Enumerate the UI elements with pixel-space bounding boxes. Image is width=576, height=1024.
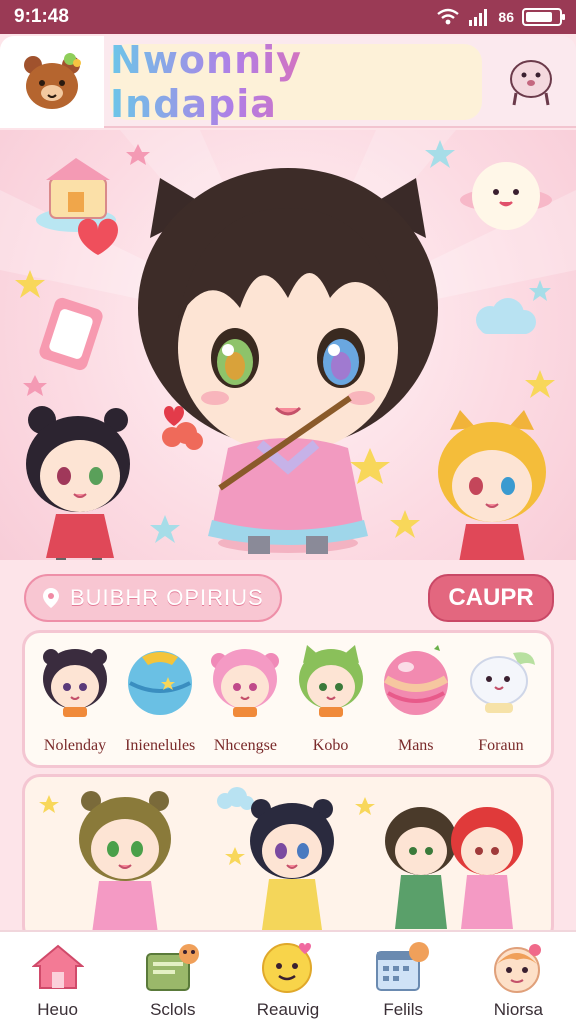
green-cat-boy-icon (293, 643, 369, 719)
action-button[interactable]: CAUPR (428, 574, 554, 622)
friends-panel (22, 774, 554, 944)
status-time: 9:1:48 (14, 6, 69, 27)
header-right-button[interactable] (486, 36, 576, 128)
category-label: Nhcengse (213, 737, 277, 754)
character-face-icon (488, 940, 548, 994)
nav-item-smiley[interactable]: Reauvig (238, 940, 338, 1020)
category-item[interactable]: Mans (374, 643, 458, 765)
smiley-face-icon (258, 940, 318, 994)
app-header: Nwonniy Indapia (0, 36, 576, 128)
category-item[interactable]: Foraun (459, 643, 543, 765)
dark-haired-girl-icon (37, 643, 113, 719)
planet-ball-icon (122, 643, 198, 719)
pink-haired-girl-icon (207, 643, 283, 719)
bottom-nav: Heuo Sclols Reauvig Felils Niorsa (0, 930, 576, 1024)
battery-level (526, 12, 552, 22)
nav-item-home[interactable]: Heuo (8, 940, 108, 1020)
title-plate: Nwonniy Indapia (110, 38, 482, 126)
status-icons: 86 (436, 8, 565, 26)
category-label: Foraun (478, 737, 524, 754)
wifi-icon (437, 8, 460, 25)
category-item[interactable]: Nhcengse (203, 643, 287, 765)
nav-item-character[interactable]: Niorsa (468, 940, 568, 1020)
search-label: BUIBHR OPIRIUS (70, 585, 264, 610)
calendar-icon (373, 940, 433, 994)
hero-illustration (0, 130, 576, 560)
category-item[interactable]: Nolenday (33, 643, 117, 765)
ghost-mascot-icon (463, 643, 539, 719)
app-title: Nwonniy Indapia (110, 38, 482, 126)
category-label: Inienelules (125, 737, 196, 754)
hero-art (0, 130, 576, 560)
nav-item-map[interactable]: Sclols (123, 940, 223, 1020)
nav-item-calendar[interactable]: Felils (353, 940, 453, 1020)
battery-icon (522, 8, 565, 26)
category-item[interactable]: Kobo (289, 643, 373, 765)
nav-label: Felils (383, 1000, 423, 1019)
signal-icon (469, 9, 488, 26)
search-pill[interactable]: BUIBHR OPIRIUS (24, 574, 282, 622)
action-button-label: CAUPR (448, 584, 534, 611)
status-bar: 9:1:48 86 (0, 0, 576, 34)
pink-ball-icon (378, 643, 454, 719)
friends-art (39, 787, 523, 941)
category-item[interactable]: Inienelules (118, 643, 202, 765)
category-label: Mans (397, 737, 434, 754)
header-left-button[interactable] (0, 36, 104, 128)
seal-mascot-icon (510, 60, 552, 106)
map-folder-icon (143, 940, 203, 994)
nav-label: Reauvig (256, 1000, 320, 1019)
bear-mascot-icon (24, 53, 81, 109)
category-panel: Nolenday Inienelules Nhcengse Kobo Mans … (22, 630, 554, 768)
category-label: Nolenday (43, 737, 107, 754)
nav-label: Niorsa (493, 1000, 543, 1019)
nav-label: Sclols (150, 1000, 196, 1019)
category-label: Kobo (312, 737, 349, 754)
nav-label: Heuo (37, 1000, 78, 1019)
home-icon (28, 940, 88, 994)
location-pin-icon (43, 588, 59, 608)
signal-label: 86 (498, 9, 514, 25)
